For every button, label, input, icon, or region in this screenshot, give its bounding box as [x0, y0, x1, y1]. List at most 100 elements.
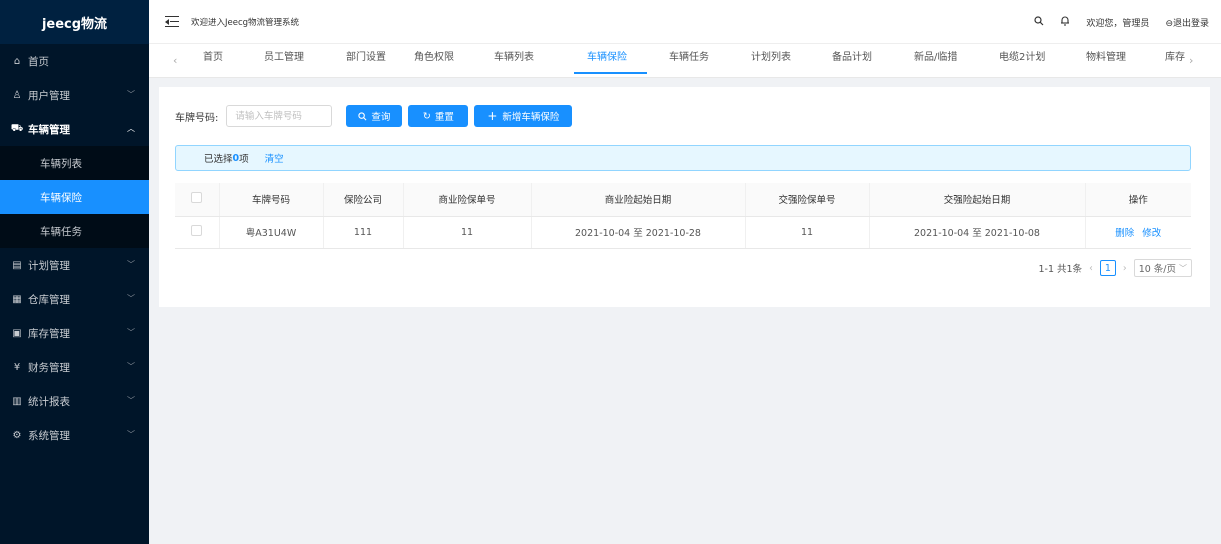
- query-button[interactable]: 查询: [346, 105, 403, 127]
- insurance-company-cell: 111: [322, 216, 403, 249]
- tab-bar: ‹ 首页 员工管理 部门设置 角色权限 车辆列表 车辆保险 车辆任务 计划列表 …: [149, 44, 1221, 78]
- sidebar-subitem-vehicle-task[interactable]: 车辆任务: [0, 214, 149, 248]
- sidebar-item-statistics-report[interactable]: ▥ 统计报表 ﹀: [0, 384, 149, 418]
- column-header[interactable]: 交强险保单号: [744, 183, 869, 217]
- reset-button[interactable]: ↻ 重置: [408, 105, 469, 127]
- app-logo[interactable]: jeecg物流: [0, 0, 149, 44]
- active-tab-indicator: [574, 72, 647, 74]
- sidebar-item-inventory-management[interactable]: ▣ 库存管理 ﹀: [0, 316, 149, 350]
- logout-label: 退出登录: [1172, 18, 1209, 29]
- tab-scroll-left-icon[interactable]: ‹: [173, 44, 177, 78]
- search-bar: 车牌号码: 查询 ↻ 重置 + 新增车辆保险: [175, 105, 573, 127]
- sidebar-subitem-vehicle-insurance[interactable]: 车辆保险: [0, 180, 149, 214]
- chevron-down-icon: ﹀: [127, 294, 135, 303]
- delete-link[interactable]: 删除: [1115, 228, 1134, 239]
- user-icon: ♙: [12, 89, 22, 101]
- reload-icon: ↻: [422, 110, 431, 122]
- document-icon: ▤: [12, 259, 22, 271]
- sidebar-subitem-vehicle-list[interactable]: 车辆列表: [0, 146, 149, 180]
- tab-scroll-right-icon[interactable]: ›: [1189, 44, 1193, 78]
- bar-chart-icon: ▥: [12, 395, 22, 407]
- chevron-down-icon: ﹀: [127, 90, 135, 99]
- column-header[interactable]: 车牌号码: [218, 183, 323, 217]
- tab-new-items[interactable]: 新品/临措: [914, 44, 957, 78]
- top-header: 欢迎进入Jeecg物流管理系统 欢迎您，管理员 ⊖退出登录: [149, 0, 1221, 44]
- sidebar: jeecg物流 ⌂ 首页 ♙ 用户管理 ﹀ ⛟ 车辆管理 ︿ 车辆列表 车辆保险…: [0, 0, 149, 544]
- column-header[interactable]: 商业险起始日期: [530, 183, 745, 217]
- bell-icon[interactable]: [1060, 15, 1070, 29]
- tab-department-settings[interactable]: 部门设置: [346, 44, 386, 78]
- header-actions: 欢迎您，管理员 ⊖退出登录: [1018, 0, 1209, 44]
- chevron-down-icon: ﹀: [127, 396, 135, 405]
- commercial-dates-cell: 2021-10-04 至 2021-10-28: [530, 216, 745, 249]
- tab-material-management[interactable]: 物料管理: [1086, 44, 1126, 78]
- tab-plan-list[interactable]: 计划列表: [751, 44, 791, 78]
- compulsory-dates-cell: 2021-10-04 至 2021-10-08: [868, 216, 1085, 249]
- tab-cable-plan[interactable]: 电缆2计划: [999, 44, 1045, 78]
- add-vehicle-insurance-button[interactable]: + 新增车辆保险: [474, 105, 573, 127]
- sidebar-item-label: 首页: [28, 55, 49, 68]
- tab-role-permissions[interactable]: 角色权限: [414, 44, 454, 78]
- prev-page-icon[interactable]: ‹: [1089, 263, 1093, 274]
- sidebar-item-system-management[interactable]: ⚙ 系统管理 ﹀: [0, 418, 149, 452]
- tab-home[interactable]: 首页: [203, 44, 223, 78]
- page-size-value: 10 条/页: [1138, 264, 1176, 275]
- home-icon: ⌂: [13, 55, 21, 67]
- tab-vehicle-list[interactable]: 车辆列表: [494, 44, 534, 78]
- edit-link[interactable]: 修改: [1142, 228, 1161, 239]
- box-icon: ▣: [12, 327, 22, 339]
- chevron-up-icon: ︿: [127, 124, 135, 133]
- reset-button-label: 重置: [434, 112, 454, 123]
- sidebar-item-warehouse-management[interactable]: ▦ 仓库管理 ﹀: [0, 282, 149, 316]
- chevron-down-icon: ﹀: [127, 362, 135, 371]
- page-size-select[interactable]: 10 条/页 ﹀: [1133, 259, 1192, 277]
- compulsory-policy-no-cell: 11: [744, 216, 869, 249]
- row-checkbox[interactable]: [191, 225, 203, 236]
- commercial-policy-no-cell: 11: [402, 216, 531, 249]
- sidebar-item-plan-management[interactable]: ▤ 计划管理 ﹀: [0, 248, 149, 282]
- tab-employee-management[interactable]: 员工管理: [264, 44, 304, 78]
- chevron-down-icon: ﹀: [127, 328, 135, 337]
- column-header[interactable]: 保险公司: [322, 183, 403, 217]
- pagination: 1-1 共1条 ‹ 1 › 10 条/页 ﹀: [1031, 259, 1192, 277]
- user-greeting[interactable]: 欢迎您，管理员: [1086, 16, 1149, 29]
- gear-icon: ⚙: [12, 429, 22, 441]
- sidebar-item-label: 用户管理: [28, 89, 70, 102]
- menu-fold-icon[interactable]: [165, 15, 179, 28]
- table-header-row: 车牌号码 保险公司 商业险保单号 商业险起始日期 交强险保单号 交强险起始日期 …: [175, 183, 1191, 217]
- selection-suffix: 项: [239, 154, 249, 165]
- select-all-cell: [175, 183, 219, 217]
- chevron-down-icon: ﹀: [127, 430, 135, 439]
- logout-button[interactable]: ⊖退出登录: [1165, 16, 1209, 29]
- page-number-button[interactable]: 1: [1099, 260, 1116, 276]
- tab-spare-parts-plan[interactable]: 备品计划: [832, 44, 872, 78]
- plate-number-input[interactable]: [226, 105, 333, 127]
- content-card: 车牌号码: 查询 ↻ 重置 + 新增车辆保险 已选择 0 项 清空 车牌号码 保…: [159, 87, 1210, 307]
- row-select-cell: [175, 216, 219, 249]
- welcome-text: 欢迎进入Jeecg物流管理系统: [191, 17, 300, 28]
- selection-count: 0: [232, 152, 240, 164]
- clear-selection-link[interactable]: 清空: [265, 151, 284, 165]
- tab-inventory[interactable]: 库存: [1165, 44, 1185, 78]
- add-button-label: 新增车辆保险: [502, 112, 560, 123]
- yen-icon: ¥: [13, 361, 21, 373]
- sidebar-item-label: 计划管理: [28, 259, 70, 272]
- column-header: 操作: [1084, 183, 1191, 217]
- next-page-icon[interactable]: ›: [1123, 263, 1127, 274]
- column-header[interactable]: 商业险保单号: [402, 183, 531, 217]
- chevron-down-icon: ﹀: [1179, 263, 1187, 273]
- tab-vehicle-task[interactable]: 车辆任务: [669, 44, 709, 78]
- selection-alert: 已选择 0 项 清空: [175, 145, 1191, 171]
- pagination-total: 1-1 共1条: [1038, 264, 1083, 275]
- selection-prefix: 已选择: [204, 154, 233, 165]
- plate-number-cell: 粤A31U4W: [218, 216, 323, 249]
- actions-cell: 删除 修改: [1084, 216, 1191, 249]
- sidebar-item-user-management[interactable]: ♙ 用户管理 ﹀: [0, 78, 149, 112]
- column-header[interactable]: 交强险起始日期: [868, 183, 1085, 217]
- sidebar-item-finance-management[interactable]: ¥ 财务管理 ﹀: [0, 350, 149, 384]
- sidebar-item-home[interactable]: ⌂ 首页: [0, 44, 149, 78]
- search-icon[interactable]: [1034, 15, 1044, 29]
- logout-icon: ⊖: [1165, 18, 1173, 29]
- select-all-checkbox[interactable]: [191, 192, 203, 204]
- sidebar-item-vehicle-management[interactable]: ⛟ 车辆管理 ︿: [0, 112, 149, 146]
